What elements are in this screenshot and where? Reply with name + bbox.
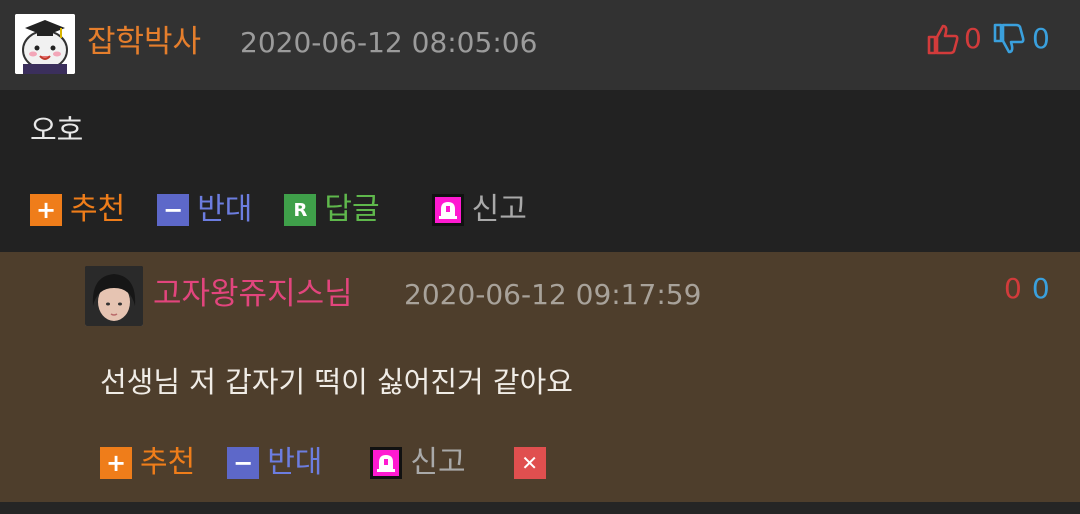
delete-button[interactable]: ✕ — [513, 447, 554, 479]
close-icon: ✕ — [513, 447, 546, 479]
comment-text: 오호 — [30, 113, 84, 147]
comment-actions: + 추천 − 반대 R 답글 신고 — [30, 190, 559, 230]
report-label: 신고 — [471, 192, 527, 227]
up-vote-count: 0 — [964, 22, 982, 55]
siren-icon — [370, 447, 403, 479]
siren-icon — [431, 194, 464, 226]
reply-timestamp: 2020-06-12 09:17:59 — [404, 278, 702, 311]
down-vote-count: 0 — [1032, 22, 1050, 55]
oppose-label: 반대 — [197, 192, 253, 227]
report-button[interactable]: 신고 — [431, 190, 527, 230]
divider — [0, 502, 1080, 514]
comment-timestamp: 2020-06-12 08:05:06 — [240, 26, 538, 59]
reply-report-button[interactable]: 신고 — [370, 443, 466, 483]
recommend-label: 추천 — [70, 192, 126, 227]
oppose-label: 반대 — [267, 445, 323, 480]
recommend-button[interactable]: + 추천 — [30, 190, 125, 230]
down-vote-display[interactable]: 0 — [992, 20, 1050, 58]
recommend-label: 추천 — [140, 445, 196, 480]
comment-author[interactable]: 잡학박사 — [87, 20, 201, 64]
thumbs-down-icon — [993, 23, 1025, 54]
reply-recommend-button[interactable]: + 추천 — [100, 443, 195, 483]
reply-avatar[interactable] — [85, 266, 143, 326]
reply-down-count: 0 — [1031, 272, 1050, 305]
reply-up-count: 0 — [1004, 272, 1022, 305]
reply-author[interactable]: 고자왕쥬지스님 — [153, 272, 353, 316]
reply-icon: R — [284, 194, 317, 226]
oppose-button[interactable]: − 반대 — [157, 190, 252, 230]
reply-label: 답글 — [324, 192, 380, 227]
reply-vote-display[interactable]: 0 0 — [1004, 270, 1050, 308]
avatar[interactable] — [15, 14, 75, 74]
report-label: 신고 — [410, 445, 466, 480]
reply-button[interactable]: R 답글 — [284, 190, 380, 230]
minus-icon: − — [157, 194, 190, 226]
minus-icon: − — [227, 447, 260, 479]
thumbs-up-icon — [927, 24, 959, 55]
reply-oppose-button[interactable]: − 반대 — [227, 443, 322, 483]
profile-photo-icon — [85, 266, 143, 326]
up-vote-display[interactable]: 0 — [926, 20, 982, 58]
reply-text: 선생님 저 갑자기 떡이 싫어진거 같아요 — [100, 365, 573, 399]
plus-icon: + — [100, 447, 132, 479]
plus-icon: + — [30, 194, 62, 226]
reply-actions: + 추천 − 반대 신고 ✕ — [100, 443, 586, 483]
mascot-avatar-icon — [15, 14, 75, 74]
